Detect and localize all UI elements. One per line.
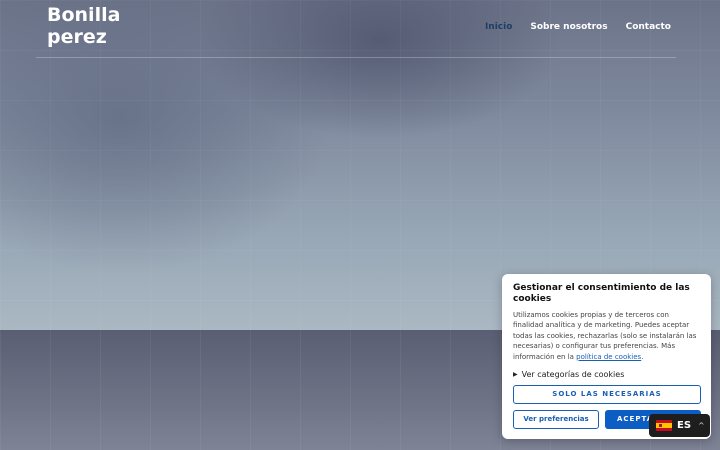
cookie-dialog-body: Utilizamos cookies propias y de terceros… xyxy=(513,310,701,362)
cookie-policy-link[interactable]: política de cookies xyxy=(576,353,641,361)
cookie-body-end: . xyxy=(641,352,644,361)
nav-item-inicio[interactable]: Inicio xyxy=(485,22,512,32)
nav-item-sobre-nosotros[interactable]: Sobre nosotros xyxy=(530,22,607,32)
cookie-categories-toggle[interactable]: ▶ Ver categorías de cookies xyxy=(513,370,701,379)
disclosure-triangle-icon: ▶ xyxy=(513,371,518,379)
necessary-only-button[interactable]: SOLO LAS NECESARIAS xyxy=(513,385,701,405)
brand-line-1: Bonilla xyxy=(47,4,121,26)
chevron-up-icon: ^ xyxy=(698,421,705,430)
main-nav: Inicio Sobre nosotros Contacto xyxy=(485,22,671,32)
site-logo[interactable]: Bonilla perez xyxy=(47,4,120,48)
language-code: ES xyxy=(677,420,692,431)
language-selector[interactable]: ES ^ xyxy=(649,414,710,437)
nav-item-contacto[interactable]: Contacto xyxy=(626,22,671,32)
cookie-dialog-title: Gestionar el consentimiento de las cooki… xyxy=(513,283,690,304)
spain-flag-icon xyxy=(656,420,672,431)
brand-line-2: perez xyxy=(47,26,107,48)
cookie-categories-label: Ver categorías de cookies xyxy=(521,370,625,380)
header-divider xyxy=(36,57,676,58)
preferences-button[interactable]: Ver preferencias xyxy=(513,410,599,430)
